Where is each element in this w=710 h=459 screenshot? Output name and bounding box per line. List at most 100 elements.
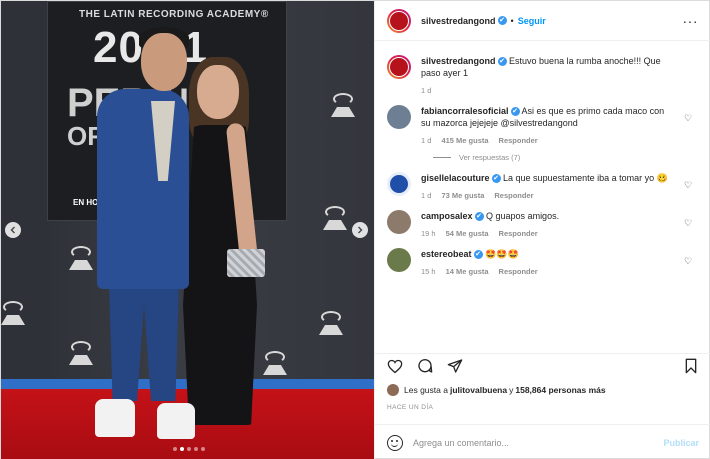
reply-button[interactable]: Responder [499,267,538,276]
man-suit [97,89,189,289]
post-photo[interactable]: THE LATIN RECORDING ACADEMY® 20 21 PER N… [1,1,374,459]
carousel-dot [187,447,191,451]
grammy-logo [1,301,25,327]
commenter-avatar[interactable] [387,248,411,272]
comment-body: gisellelacouture ✔ La que supuestamente i… [421,172,698,200]
action-icons [387,354,699,378]
comment-icon [418,359,433,373]
carousel-dot [194,447,198,451]
like-button[interactable] [387,358,403,374]
commenter-username[interactable]: estereobeat [421,249,472,259]
comment-like-heart-icon[interactable]: ♡ [684,113,694,123]
comment-item: estereobeat ✔ 🤩🤩🤩 15 h 14 Me gusta Respon… [387,248,698,276]
commenter-avatar[interactable] [387,105,411,129]
comment-item: camposalex ✔ Q guapos amigos. 19 h 54 Me … [387,210,698,238]
post-sidebar: silvestredangond ✔ • Seguir ··· silvestr… [374,1,710,459]
comment-like-heart-icon[interactable]: ♡ [684,256,694,266]
caption-text-block: silvestredangond ✔ Estuvo buena la rumba … [421,55,676,79]
caption-username[interactable]: silvestredangond [421,56,496,66]
post-timestamp[interactable]: HACE UN DÍA [387,404,699,411]
more-options-icon[interactable]: ··· [683,13,699,29]
replies-line [433,157,451,158]
comment-meta: 15 h 14 Me gusta Responder [421,267,676,276]
commenter-avatar[interactable] [387,172,411,196]
comment-like-heart-icon[interactable]: ♡ [684,218,694,228]
comment-time: 19 h [421,229,436,238]
reply-button[interactable]: Responder [499,136,538,145]
comment-meta: 1 d 415 Me gusta Responder [421,136,676,145]
grammy-logo [69,341,93,367]
comment-body: fabiancorralesoficial ✔ Asi es que es pri… [421,105,698,145]
author-username[interactable]: silvestredangond [421,16,496,26]
comment-button[interactable] [417,358,433,374]
comment-likes[interactable]: 14 Me gusta [446,267,489,276]
comment-input[interactable] [413,437,664,448]
liker-avatar[interactable] [387,384,399,396]
woman-face [197,65,239,119]
grammy-logo [263,351,287,377]
comment-meta: 19 h 54 Me gusta Responder [421,229,676,238]
shoe [95,399,135,437]
reply-button[interactable]: Responder [494,191,533,200]
likes-prefix: Les gusta a [404,385,448,395]
previous-photo-button[interactable] [5,222,21,238]
comment-text-block: fabiancorralesoficial ✔ Asi es que es pri… [421,105,676,129]
share-button[interactable] [447,358,463,374]
comment-text-block: gisellelacouture ✔ La que supuestamente i… [421,172,676,184]
instagram-post-modal: THE LATIN RECORDING ACADEMY® 20 21 PER N… [0,0,710,459]
comments-list[interactable]: silvestredangond ✔ Estuvo buena la rumba … [375,41,710,353]
comment-likes[interactable]: 415 Me gusta [441,136,488,145]
verified-badge-icon: ✔ [474,212,484,222]
comment-body: camposalex ✔ Q guapos amigos. 19 h 54 Me … [421,210,698,238]
comment-body: estereobeat ✔ 🤩🤩🤩 15 h 14 Me gusta Respon… [421,248,698,276]
comment-text: La que supuestamente iba a tomar yo 🥴 [500,173,668,183]
caption-meta: 1 d [421,86,676,95]
comment-text: 🤩🤩🤩 [482,249,519,259]
reply-button[interactable]: Responder [499,229,538,238]
caption-avatar[interactable] [387,55,411,79]
emoji-icon[interactable] [387,434,403,451]
next-photo-button[interactable] [352,222,368,238]
commenter-username[interactable]: fabiancorralesoficial [421,106,509,116]
caption-body: silvestredangond ✔ Estuvo buena la rumba … [421,55,698,95]
verified-badge-icon: ✔ [497,57,507,67]
likes-count[interactable]: 158,864 personas más [515,385,605,395]
post-header: silvestredangond ✔ • Seguir ··· [375,1,710,41]
comment-time: 15 h [421,267,436,276]
comment-time: 1 d [421,136,432,145]
separator-dot: • [510,15,514,26]
comment-likes[interactable]: 73 Me gusta [441,191,484,200]
view-replies-label[interactable]: Ver respuestas (7) [459,153,520,162]
save-button[interactable] [683,358,699,374]
commenter-avatar[interactable] [387,210,411,234]
comment-likes[interactable]: 54 Me gusta [446,229,489,238]
publish-button[interactable]: Publicar [663,438,699,448]
likes-mid: y [509,385,514,395]
backdrop-line-4: EN HO [73,198,99,207]
grammy-logo [323,206,347,232]
carousel-dot [201,447,205,451]
caption-time: 1 d [421,86,432,95]
post-actions: Les gusta a julitovalbuena y 158,864 per… [375,353,710,411]
liker-username[interactable]: julitovalbuena [450,385,507,395]
caption: silvestredangond ✔ Estuvo buena la rumba … [387,55,698,95]
comment-text-block: estereobeat ✔ 🤩🤩🤩 [421,248,676,260]
commenter-username[interactable]: gisellelacouture [421,173,490,183]
chevron-right-icon [358,226,363,234]
shoe [157,403,195,439]
commenter-username[interactable]: camposalex [421,211,473,221]
comment-like-heart-icon[interactable]: ♡ [684,180,694,190]
comment-meta: 1 d 73 Me gusta Responder [421,191,676,200]
grammy-logo [69,246,93,272]
view-replies[interactable]: Ver respuestas (7) [433,153,698,162]
author-avatar[interactable] [387,8,411,33]
carousel-indicator [173,447,205,451]
grammy-logo [331,93,355,119]
backdrop-panel [1,1,49,391]
carousel-dot [173,447,177,451]
add-comment-bar: Publicar [375,424,710,459]
comment-item: fabiancorralesoficial ✔ Asi es que es pri… [387,105,698,145]
follow-button[interactable]: Seguir [518,16,546,26]
comment-time: 1 d [421,191,432,200]
verified-badge-icon: ✔ [473,250,483,260]
